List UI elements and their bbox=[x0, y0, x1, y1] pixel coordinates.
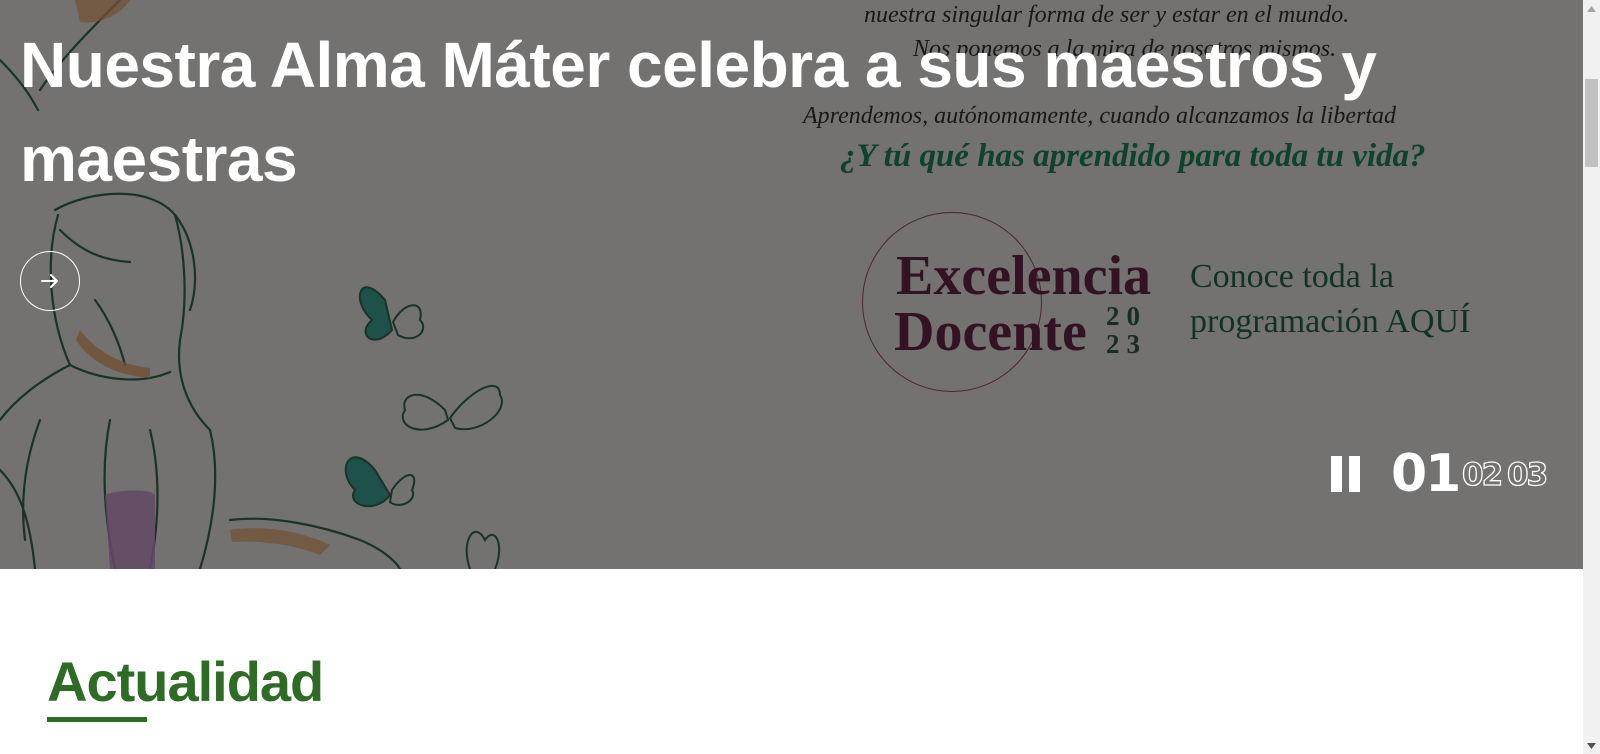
slide-indicator[interactable]: 02 bbox=[1461, 459, 1503, 491]
scrollbar-thumb[interactable] bbox=[1585, 79, 1598, 167]
scroll-up-arrow-icon[interactable] bbox=[1583, 0, 1600, 17]
section-title-actualidad: Actualidad bbox=[47, 650, 324, 713]
scroll-down-arrow-icon[interactable] bbox=[1583, 737, 1600, 754]
slide-indicator[interactable]: 03 bbox=[1506, 459, 1548, 491]
pause-icon[interactable] bbox=[1331, 456, 1363, 492]
vertical-scrollbar[interactable] bbox=[1583, 0, 1600, 754]
pause-bar bbox=[1331, 456, 1342, 492]
hero-next-button[interactable] bbox=[20, 251, 80, 311]
programacion-link[interactable]: Conoce toda la programación AQUÍ bbox=[1190, 254, 1530, 344]
slide-indicator-active[interactable]: 01 bbox=[1391, 448, 1461, 500]
seal-year-top: 20 bbox=[1106, 301, 1147, 331]
section-title-underline bbox=[47, 717, 147, 722]
page: nuestra singular forma de ser y estar en… bbox=[0, 0, 1583, 754]
hero-title[interactable]: Nuestra Alma Máter celebra a sus maestro… bbox=[20, 18, 1400, 206]
arrow-right-icon bbox=[41, 274, 58, 288]
pause-bar bbox=[1349, 456, 1360, 492]
seal-year-bottom: 23 bbox=[1106, 329, 1147, 359]
seal-word-excelencia: Excelencia bbox=[896, 245, 1152, 307]
seal-word-docente: Docente bbox=[894, 301, 1087, 363]
hero-carousel: nuestra singular forma de ser y estar en… bbox=[0, 0, 1583, 569]
